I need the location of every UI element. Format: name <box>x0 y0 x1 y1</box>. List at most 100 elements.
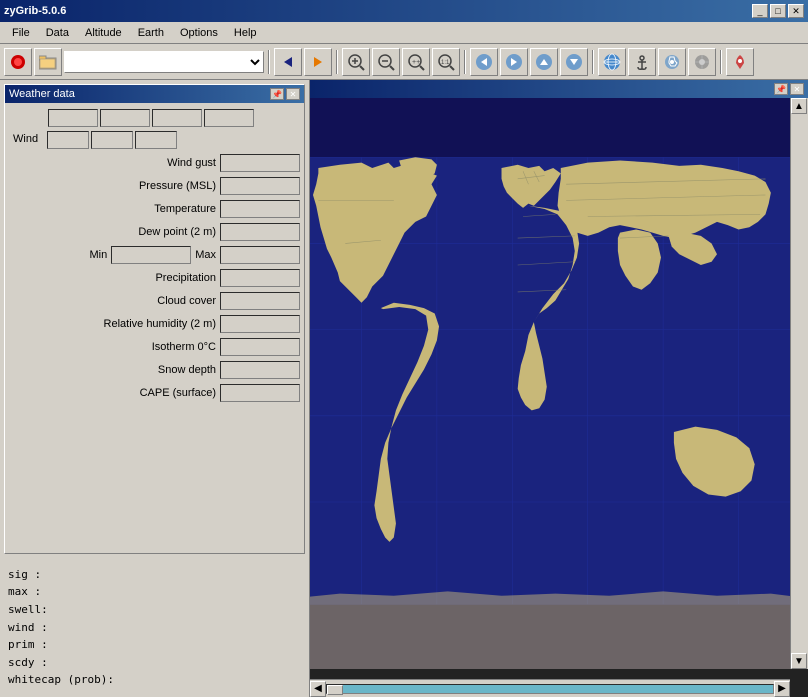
separator-3 <box>464 50 466 74</box>
scroll-h-track[interactable] <box>326 684 774 694</box>
max-field <box>220 246 300 264</box>
pan-left-button[interactable] <box>470 48 498 76</box>
top-input-2 <box>100 109 150 127</box>
map-panel-titlebar: 📌 ✕ <box>310 80 808 98</box>
zoom-in-button[interactable] <box>342 48 370 76</box>
log-line-6: scdy : <box>8 654 301 672</box>
wind-input-3 <box>135 131 177 149</box>
record-icon <box>9 53 27 71</box>
zoom-out-button[interactable] <box>372 48 400 76</box>
rocket-icon <box>731 53 749 71</box>
globe-button[interactable] <box>598 48 626 76</box>
pan-right-button[interactable] <box>500 48 528 76</box>
close-button[interactable]: ✕ <box>788 4 804 18</box>
anchor-button[interactable] <box>628 48 656 76</box>
main-content: Weather data 📌 ✕ Wind <box>0 80 808 697</box>
separator-5 <box>720 50 722 74</box>
isotherm-row: Isotherm 0°C <box>9 336 300 358</box>
pan-down-icon <box>565 53 583 71</box>
zoom-in-icon <box>347 53 365 71</box>
relative-humidity-label: Relative humidity (2 m) <box>9 318 220 330</box>
nav-right-icon <box>311 55 325 69</box>
minimize-button[interactable]: _ <box>752 4 768 18</box>
pan-left-icon <box>475 53 493 71</box>
zoom-fit-icon: ++ <box>407 53 425 71</box>
cloud-cover-label: Cloud cover <box>9 295 220 307</box>
settings-icon <box>663 53 681 71</box>
cloud-cover-field <box>220 292 300 310</box>
min-label: Min <box>9 249 111 261</box>
nav-left-button[interactable] <box>274 48 302 76</box>
scroll-up-button[interactable]: ▲ <box>791 98 807 114</box>
relative-humidity-field <box>220 315 300 333</box>
settings-button[interactable] <box>658 48 686 76</box>
scroll-down-button[interactable]: ▼ <box>791 653 807 669</box>
cape-row: CAPE (surface) <box>9 382 300 404</box>
isotherm-label: Isotherm 0°C <box>9 341 220 353</box>
pan-down-button[interactable] <box>560 48 588 76</box>
scroll-h-thumb[interactable] <box>327 685 343 695</box>
wind-label: Wind <box>13 131 43 145</box>
toolbar: ++ 1:1 <box>0 44 808 80</box>
scroll-v-track[interactable] <box>791 114 808 653</box>
scroll-right-button[interactable]: ▶ <box>774 681 790 697</box>
cape-label: CAPE (surface) <box>9 387 220 399</box>
maximize-button[interactable]: □ <box>770 4 786 18</box>
temperature-label: Temperature <box>9 203 220 215</box>
menu-options[interactable]: Options <box>172 25 226 41</box>
precipitation-label: Precipitation <box>9 272 220 284</box>
isotherm-field <box>220 338 300 356</box>
data-dropdown[interactable] <box>64 51 264 73</box>
map-visual[interactable] <box>310 98 790 669</box>
nav-right-button[interactable] <box>304 48 332 76</box>
menu-help[interactable]: Help <box>226 25 265 41</box>
panel-close-button[interactable]: ✕ <box>286 88 300 100</box>
log-line-4: wind : <box>8 619 301 637</box>
wind-gust-row: Wind gust <box>9 152 300 174</box>
zoom-out-icon <box>377 53 395 71</box>
log-line-1: sig : <box>8 566 301 584</box>
log-area: sig : max : swell: wind : prim : scdy : … <box>4 562 305 693</box>
pan-right-icon <box>505 53 523 71</box>
signal-button[interactable] <box>688 48 716 76</box>
pan-up-button[interactable] <box>530 48 558 76</box>
separator-2 <box>336 50 338 74</box>
dew-point-field <box>220 223 300 241</box>
title-controls: _ □ ✕ <box>752 4 804 18</box>
cloud-cover-row: Cloud cover <box>9 290 300 312</box>
weather-panel-title: Weather data <box>9 88 75 100</box>
scroll-left-button[interactable]: ◀ <box>310 681 326 697</box>
wind-gust-label: Wind gust <box>9 157 220 169</box>
scrollbar-horizontal[interactable]: ◀ ▶ <box>310 679 790 697</box>
map-panel-pin-button[interactable]: 📌 <box>774 83 788 95</box>
snow-depth-label: Snow depth <box>9 364 220 376</box>
top-row <box>44 107 300 129</box>
menu-earth[interactable]: Earth <box>130 25 172 41</box>
app-title: zyGrib-5.0.6 <box>4 5 66 17</box>
record-button[interactable] <box>4 48 32 76</box>
map-panel-controls: 📌 ✕ <box>774 83 804 95</box>
log-line-7: whitecap (prob): <box>8 671 301 689</box>
max-label: Max <box>191 249 220 261</box>
rocket-button[interactable] <box>726 48 754 76</box>
map-panel-close-button[interactable]: ✕ <box>790 83 804 95</box>
panel-pin-button[interactable]: 📌 <box>270 88 284 100</box>
min-field <box>111 246 191 264</box>
menu-altitude[interactable]: Altitude <box>77 25 130 41</box>
dew-point-row: Dew point (2 m) <box>9 221 300 243</box>
zoom-100-button[interactable]: 1:1 <box>432 48 460 76</box>
separator-1 <box>268 50 270 74</box>
menu-file[interactable]: File <box>4 25 38 41</box>
wind-inputs <box>47 131 177 149</box>
weather-panel-titlebar: Weather data 📌 ✕ <box>5 85 304 103</box>
scrollbar-vertical[interactable]: ▲ ▼ <box>790 98 808 669</box>
pressure-label: Pressure (MSL) <box>9 180 220 192</box>
zoom-fit-button[interactable]: ++ <box>402 48 430 76</box>
log-line-2: max : <box>8 583 301 601</box>
top-input-1 <box>48 109 98 127</box>
pressure-field <box>220 177 300 195</box>
world-map-svg <box>310 98 790 669</box>
title-bar: zyGrib-5.0.6 _ □ ✕ <box>0 0 808 22</box>
open-folder-button[interactable] <box>34 48 62 76</box>
menu-data[interactable]: Data <box>38 25 77 41</box>
